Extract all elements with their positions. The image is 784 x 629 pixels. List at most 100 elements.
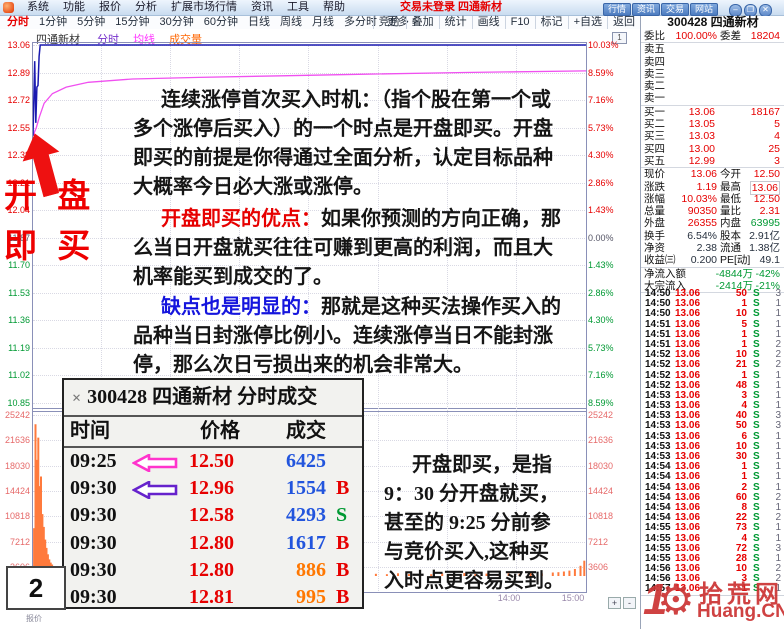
tick-direction: S — [753, 360, 760, 370]
tool-button[interactable]: 统计 — [439, 16, 472, 29]
deal-volume: 4293 — [254, 502, 326, 529]
annotation-line: 停，那么次日亏损出来的机会非常大。 — [133, 351, 561, 380]
tick-price: 13.06 — [675, 360, 700, 370]
menu-item[interactable]: 报价 — [99, 0, 121, 15]
annotation-line: 多个涨停后买入）的一个时点是开盘即买。开盘 — [133, 115, 553, 144]
quote-row: 买二13.055 — [641, 118, 784, 130]
quote-row: 买五12.993 — [641, 155, 784, 168]
deal-time: 09:30 — [70, 584, 117, 611]
period-tab[interactable]: 1分钟 — [39, 16, 67, 29]
deal-direction: S — [336, 502, 347, 529]
tool-button[interactable]: 返回 — [607, 16, 640, 29]
bid-price: 13.06 — [667, 106, 715, 118]
bid-volume: 25 — [768, 143, 780, 155]
tick-volume: 1 — [703, 462, 747, 472]
deal-price: 12.80 — [168, 530, 234, 557]
tool-buttons: 竞价叠加统计画线F10标记+自选返回 — [373, 16, 640, 29]
bid-price: 13.00 — [667, 143, 715, 155]
period-tab[interactable]: 月线 — [312, 16, 334, 29]
quote-label: 外盘 — [644, 217, 665, 229]
tick-volume: 30 — [703, 452, 747, 462]
period-tab[interactable]: 15分钟 — [115, 16, 149, 29]
deal-time: 09:30 — [70, 475, 117, 502]
quote-value: 12.50 — [754, 168, 780, 180]
period-tab[interactable]: 日线 — [248, 16, 270, 29]
period-tab[interactable]: 5分钟 — [77, 16, 105, 29]
menu-item[interactable]: 功能 — [63, 0, 85, 15]
annotation-text: 多个涨停后买入）的一个时点是开盘即买。开盘 — [133, 118, 553, 140]
annotation-text: 开盘即买，是指 — [412, 454, 552, 476]
deal-direction: B — [336, 530, 349, 557]
quote-label: 流通 — [720, 242, 741, 254]
quote-value: 1.38亿 — [749, 242, 780, 254]
volume-axis-label: 25242 — [588, 410, 636, 420]
annotation-line: 品种当日封涨停比例小。连续涨停当日不能封涨 — [133, 322, 561, 351]
annotation-line: 开盘即买，是指 — [384, 451, 564, 480]
bid-label: 买一 — [644, 106, 665, 118]
bid-label: 卖四 — [644, 56, 665, 68]
quote-row: 外盘26355内盘63995 — [641, 217, 784, 229]
tool-button[interactable]: F10 — [505, 16, 535, 29]
deal-table-rows: 09:2512.50642509:3012.961554B09:3012.584… — [64, 448, 362, 611]
menu-item[interactable]: 资讯 — [251, 0, 273, 15]
period-tab[interactable]: 分时 — [7, 16, 29, 29]
zoom-controls: +- — [608, 597, 638, 609]
deal-direction: B — [336, 475, 349, 502]
top-button[interactable]: 资讯 — [632, 3, 660, 16]
tick-volume: 48 — [703, 381, 747, 391]
tool-button[interactable]: 竞价 — [373, 16, 406, 29]
period-tab[interactable]: 周线 — [280, 16, 302, 29]
zoom-button[interactable]: - — [623, 597, 636, 609]
deal-time: 09:30 — [70, 557, 117, 584]
deal-table-header: 成交 — [254, 417, 326, 446]
annotation-text: 停，那么次日亏损出来的机会非常大。 — [133, 354, 473, 376]
volume-axis-label: 21636 — [0, 435, 30, 445]
annotation-text: 入时点更容易买到。 — [384, 570, 564, 592]
zoom-button[interactable]: + — [608, 597, 621, 609]
quote-label: 量比 — [720, 205, 741, 217]
menu-item[interactable]: 分析 — [135, 0, 157, 15]
annotation-line: 机率能买到成交的了。 — [133, 263, 561, 292]
menu-item[interactable]: 系统 — [27, 0, 49, 15]
chart-tab[interactable]: 报价 — [26, 613, 42, 624]
quote-row: 净流入额-4844万-42% — [641, 268, 784, 280]
deal-direction: B — [336, 584, 349, 611]
tool-button[interactable]: 叠加 — [406, 16, 439, 29]
quote-label: 股本 — [720, 230, 741, 242]
tick-volume: 1 — [703, 330, 747, 340]
pct-axis-label: 1.43% — [588, 205, 636, 215]
close-icon[interactable]: × — [72, 390, 81, 407]
flow-label: 净流入额 — [644, 268, 686, 280]
quote-label: 委比 — [644, 30, 665, 42]
period-tab[interactable]: 30分钟 — [160, 16, 194, 29]
quote-value: 90350 — [665, 205, 717, 217]
tool-button[interactable]: 标记 — [535, 16, 568, 29]
tool-button[interactable]: 画线 — [472, 16, 505, 29]
quote-value: 6.54% — [665, 230, 717, 242]
quote-row: 买四13.00 25 — [641, 143, 784, 155]
quote-label: 今开 — [720, 168, 741, 180]
annotation-line: 么当日开盘就买往往可赚到更高的利润，而且大 — [133, 234, 561, 263]
annotation-line: 开盘即买的优点：如果你预测的方向正确，那 — [133, 205, 561, 234]
pct-axis-label: 7.16% — [588, 370, 636, 380]
annotation-text: 9：30 分开盘就买， — [384, 483, 559, 505]
tick-volume: 50 — [703, 289, 747, 299]
period-tab[interactable]: 60分钟 — [204, 16, 238, 29]
quote-row: 委比100.00%委差18204 — [641, 30, 784, 43]
menu-item[interactable]: 扩展市场行情 — [171, 0, 237, 15]
tick-list[interactable]: 14:5013.0650S314:5013.061S114:5013.0610S… — [641, 289, 784, 595]
pct-axis-label: 5.73% — [588, 343, 636, 353]
menu-item[interactable]: 工具 — [287, 0, 309, 15]
annotation-text: 连续涨停首次买入时机：（指个股在第一个或 — [161, 89, 551, 111]
table-row: 09:3012.81995B — [64, 584, 362, 611]
quote-value: 26355 — [665, 217, 717, 229]
tick-volume: 10 — [703, 309, 747, 319]
tool-button[interactable]: +自选 — [568, 16, 607, 29]
price-axis-label: 12.89 — [0, 68, 30, 78]
top-button[interactable]: 行情 — [603, 3, 631, 16]
bid-label: 买四 — [644, 143, 665, 155]
volume-axis-label: 18030 — [0, 461, 30, 471]
pct-axis-label: 7.16% — [588, 95, 636, 105]
table-row: 09:3012.961554B — [64, 475, 362, 502]
menu-item[interactable]: 帮助 — [323, 0, 345, 15]
